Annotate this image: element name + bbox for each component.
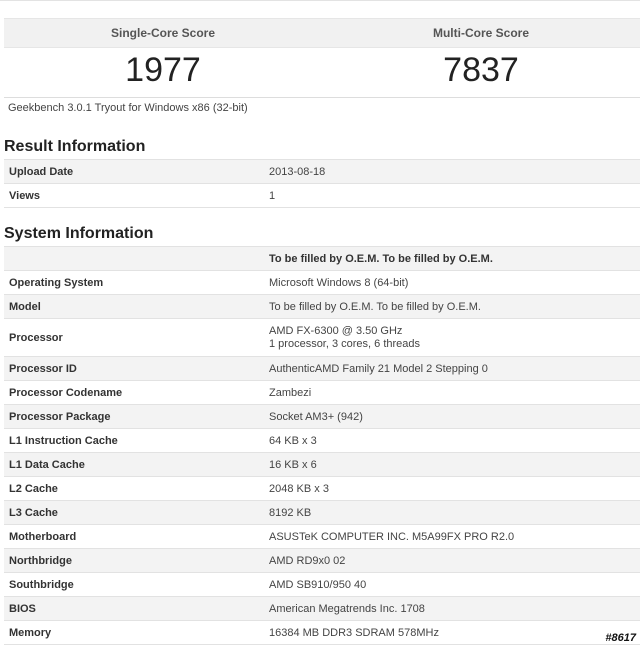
table-row: Views 1 <box>4 183 640 208</box>
row-value: 2048 KB x 3 <box>264 476 640 501</box>
row-label: Southbridge <box>4 572 264 597</box>
table-row: Memory 16384 MB DDR3 SDRAM 578MHz <box>4 620 640 645</box>
row-value: ASUSTeK COMPUTER INC. M5A99FX PRO R2.0 <box>264 524 640 549</box>
table-row: Processor AMD FX-6300 @ 3.50 GHz 1 proce… <box>4 318 640 357</box>
processor-topology: 1 processor, 3 cores, 6 threads <box>269 337 421 350</box>
row-label: BIOS <box>4 596 264 621</box>
row-label: L1 Instruction Cache <box>4 428 264 453</box>
row-value: Zambezi <box>264 380 640 405</box>
multi-core-score-value: 7837 <box>443 51 519 89</box>
row-label: Motherboard <box>4 524 264 549</box>
row-label: Model <box>4 294 264 319</box>
multi-core-score-label: Multi-Core Score <box>432 26 529 40</box>
score-header-row: Single-Core Score Multi-Core Score <box>4 18 640 48</box>
row-value: 1 <box>264 183 640 208</box>
table-row: Upload Date 2013-08-18 <box>4 159 640 184</box>
row-label: L3 Cache <box>4 500 264 525</box>
processor-model: AMD FX-6300 @ 3.50 GHz <box>269 324 403 337</box>
row-value: 16384 MB DDR3 SDRAM 578MHz <box>264 620 640 645</box>
table-row: Processor Package Socket AM3+ (942) <box>4 404 640 429</box>
result-information-title: Result Information <box>4 138 146 155</box>
result-information-table: Upload Date 2013-08-18 Views 1 <box>4 159 640 208</box>
table-row: Operating System Microsoft Windows 8 (64… <box>4 270 640 295</box>
row-label: L2 Cache <box>4 476 264 501</box>
row-value: AMD SB910/950 40 <box>264 572 640 597</box>
table-row: L1 Data Cache 16 KB x 6 <box>4 452 640 477</box>
row-label: Memory <box>4 620 264 645</box>
single-core-score-value: 1977 <box>125 51 201 89</box>
table-row: Processor Codename Zambezi <box>4 380 640 405</box>
row-value: AuthenticAMD Family 21 Model 2 Stepping … <box>264 356 640 381</box>
row-value: 2013-08-18 <box>264 159 640 184</box>
row-label: Upload Date <box>4 159 264 184</box>
row-value: AMD FX-6300 @ 3.50 GHz 1 processor, 3 co… <box>264 318 640 357</box>
table-header-row: To be filled by O.E.M. To be filled by O… <box>4 246 640 271</box>
row-value: AMD RD9x0 02 <box>264 548 640 573</box>
row-label: Processor Package <box>4 404 264 429</box>
row-label: L1 Data Cache <box>4 452 264 477</box>
row-value: 16 KB x 6 <box>264 452 640 477</box>
row-label: Processor Codename <box>4 380 264 405</box>
row-value: 64 KB x 3 <box>264 428 640 453</box>
table-row: Model To be filled by O.E.M. To be fille… <box>4 294 640 319</box>
header-label-empty <box>4 246 264 271</box>
table-row: Processor ID AuthenticAMD Family 21 Mode… <box>4 356 640 381</box>
row-value: 8192 KB <box>264 500 640 525</box>
table-row: L1 Instruction Cache 64 KB x 3 <box>4 428 640 453</box>
row-value: Socket AM3+ (942) <box>264 404 640 429</box>
row-value: American Megatrends Inc. 1708 <box>264 596 640 621</box>
score-values-row: 1977 7837 <box>4 47 640 98</box>
single-core-score-label: Single-Core Score <box>110 26 216 40</box>
row-value: Microsoft Windows 8 (64-bit) <box>264 270 640 295</box>
table-row: L3 Cache 8192 KB <box>4 500 640 525</box>
table-row: Northbridge AMD RD9x0 02 <box>4 548 640 573</box>
header-value: To be filled by O.E.M. To be filled by O… <box>264 246 640 271</box>
row-label: Processor <box>4 318 264 357</box>
system-information-title: System Information <box>4 225 154 242</box>
watermark-label: #8617 <box>605 632 636 644</box>
table-row: BIOS American Megatrends Inc. 1708 <box>4 596 640 621</box>
row-label: Northbridge <box>4 548 264 573</box>
table-row: L2 Cache 2048 KB x 3 <box>4 476 640 501</box>
table-row: Motherboard ASUSTeK COMPUTER INC. M5A99F… <box>4 524 640 549</box>
row-label: Views <box>4 183 264 208</box>
top-divider <box>0 0 640 3</box>
row-label: Processor ID <box>4 356 264 381</box>
system-information-table: To be filled by O.E.M. To be filled by O… <box>4 246 640 645</box>
row-label: Operating System <box>4 270 264 295</box>
row-value: To be filled by O.E.M. To be filled by O… <box>264 294 640 319</box>
table-row: Southbridge AMD SB910/950 40 <box>4 572 640 597</box>
benchmark-version: Geekbench 3.0.1 Tryout for Windows x86 (… <box>8 102 248 114</box>
